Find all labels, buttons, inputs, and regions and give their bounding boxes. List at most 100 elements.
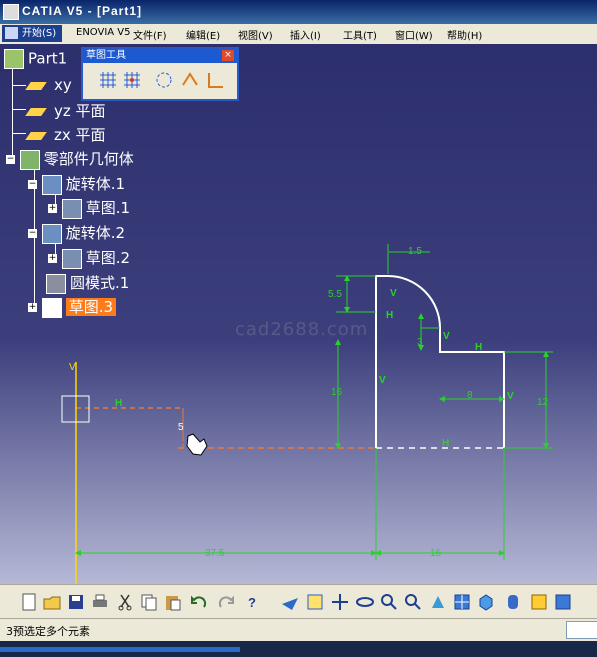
grid-icon[interactable] [97,69,119,91]
tree-node-xy[interactable]: xy [25,76,72,94]
zoom-out-icon[interactable] [403,592,423,612]
collapse-icon[interactable]: − [6,155,15,164]
constraint-v-2: V [443,331,450,342]
status-bar: 3预选定多个元素 [0,618,597,642]
new-icon[interactable] [19,592,39,612]
svg-text:?: ? [248,595,256,610]
tree-node-sketch3[interactable]: + 草图.3 [28,296,117,318]
expand-icon[interactable]: + [48,204,57,213]
tree-node-zx[interactable]: zx 平面 [25,124,106,145]
menu-tools[interactable]: 工具(T) [343,27,377,42]
dim-label-12[interactable]: 12 [537,397,549,408]
copy-icon[interactable] [139,592,159,612]
taskbar [0,641,597,657]
shaft-icon [41,223,62,244]
sketch-icon [41,297,62,318]
tree-node-sketch2[interactable]: + 草图.2 [48,247,130,269]
whats-this-icon[interactable]: ? [242,592,262,612]
dim-label-8[interactable]: 8 [467,390,473,401]
constraint-h-4: H [115,398,122,409]
constraint-v-3: V [379,375,386,386]
collapse-icon[interactable]: − [28,229,37,238]
dim-label-5-5[interactable]: 5.5 [328,289,342,300]
tree-label-body: 零部件几何体 [43,150,134,168]
tree-label-zx: zx 平面 [54,126,106,144]
part-icon [4,49,24,69]
taskbar-strip [0,647,240,652]
tree-label-yz: yz 平面 [54,102,106,120]
geometric-constraints-icon[interactable] [179,69,201,91]
multi-view-icon[interactable] [452,592,472,612]
redo-icon[interactable] [216,592,236,612]
constraint-v-1: V [390,288,397,299]
tree-node-part1[interactable]: Part1 [4,49,67,69]
shaft-icon [41,174,62,195]
dim-label-16-height[interactable]: 16 [331,387,343,398]
menu-view[interactable]: 视图(V) [238,27,273,42]
hide-show-icon[interactable] [529,592,549,612]
start-menu-button[interactable]: 开始(S) [2,25,62,42]
collapse-icon[interactable]: − [28,180,37,189]
save-icon[interactable] [66,592,86,612]
circular-pattern-icon [46,273,66,294]
undo-icon[interactable] [189,592,209,612]
expand-icon[interactable]: + [28,303,37,312]
dim-label-37-5[interactable]: 37.5 [205,548,225,559]
rotate-icon[interactable] [355,592,375,612]
start-icon [5,27,18,39]
menu-window[interactable]: 窗口(W) [395,27,433,42]
dim-label-5[interactable]: 5 [178,422,184,433]
sketch-tools-toolbar: 草图工具 × [81,47,239,101]
open-icon[interactable] [42,592,62,612]
paste-icon[interactable] [163,592,183,612]
dim-label-16-width[interactable]: 16 [430,548,442,559]
zoom-in-icon[interactable] [379,592,399,612]
tree-label-xy: xy [54,76,72,94]
construction-element-icon[interactable] [153,69,175,91]
normal-view-icon[interactable] [428,592,448,612]
sketch-icon [61,198,82,219]
tree-node-yz[interactable]: yz 平面 [25,100,106,121]
tree-node-pattern[interactable]: 圆模式.1 [46,272,129,294]
window-title: CATIA V5 - [Part1] [22,4,143,18]
menu-help[interactable]: 帮助(H) [447,27,482,42]
print-icon[interactable] [90,592,110,612]
v-axis-label: V [69,362,76,373]
command-input[interactable] [566,621,597,639]
tree-label-part1: Part1 [28,49,68,68]
fit-all-icon[interactable] [305,592,325,612]
fly-mode-icon[interactable] [280,592,300,612]
menu-insert[interactable]: 插入(I) [290,27,321,42]
tree-node-sketch1[interactable]: + 草图.1 [48,197,130,219]
constraint-h-1: H [386,310,393,321]
view-mode-icon[interactable] [503,592,523,612]
status-message: 3预选定多个元素 [6,625,90,638]
swap-space-icon[interactable] [553,592,573,612]
tree-node-shaft2[interactable]: − 旋转体.2 [28,222,125,244]
tree-label-sketch2: 草图.2 [85,249,131,267]
tree-node-shaft1[interactable]: − 旋转体.1 [28,173,125,195]
plane-icon [25,131,47,140]
sketch-icon [61,248,82,269]
3d-workspace[interactable]: 1.5 5.5 3 16 8 12 37.5 16 5 V H V H V V … [0,44,597,584]
constraint-h-2: H [475,342,482,353]
menu-file[interactable]: 文件(F) [133,27,167,42]
expand-icon[interactable]: + [48,254,57,263]
profile-geometry [375,275,505,448]
menu-enovia[interactable]: ENOVIA V5 [76,27,131,38]
dim-label-1-5[interactable]: 1.5 [408,246,422,257]
close-icon[interactable]: × [222,50,234,61]
pan-icon[interactable] [330,592,350,612]
cut-icon[interactable] [115,592,135,612]
tree-node-body[interactable]: − 零部件几何体 [6,148,134,170]
iso-view-icon[interactable] [476,592,496,612]
menu-edit[interactable]: 编辑(E) [186,27,220,42]
catia-logo-icon [3,4,19,20]
dim-label-3[interactable]: 3 [417,337,423,348]
constraint-h-3: H [442,438,449,449]
snap-to-point-icon[interactable] [121,69,143,91]
dimensional-constraints-icon[interactable] [205,69,227,91]
menu-bar: 开始(S) ENOVIA V5 文件(F) 编辑(E) 视图(V) 插入(I) … [0,24,597,45]
sketch-tools-title: 草图工具 [83,49,237,63]
hand-cursor-icon [186,433,208,456]
